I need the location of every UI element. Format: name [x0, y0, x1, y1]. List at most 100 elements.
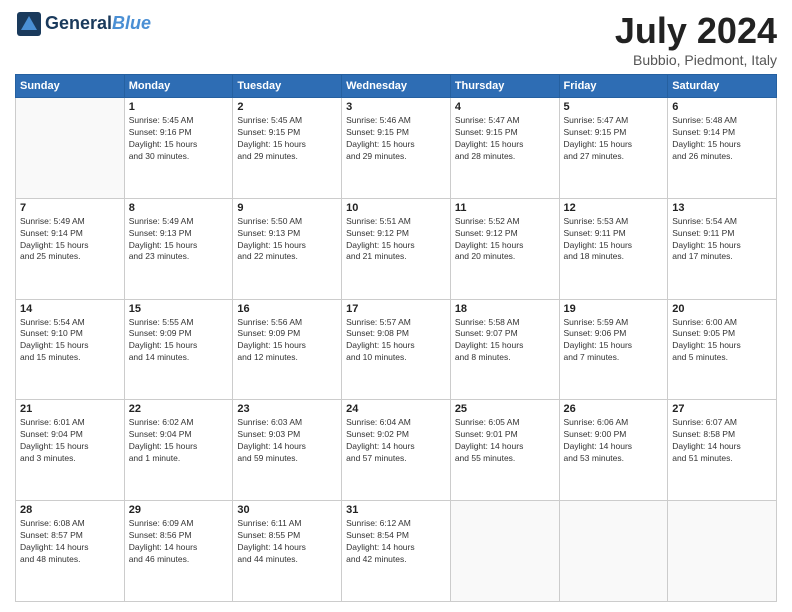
day-number: 9: [237, 202, 337, 214]
day-number: 16: [237, 303, 337, 315]
day-info: Sunrise: 5:57 AM Sunset: 9:08 PM Dayligh…: [346, 317, 446, 365]
calendar-cell: 12Sunrise: 5:53 AM Sunset: 9:11 PM Dayli…: [559, 198, 668, 299]
day-info: Sunrise: 6:00 AM Sunset: 9:05 PM Dayligh…: [672, 317, 772, 365]
day-header-thursday: Thursday: [450, 75, 559, 98]
day-info: Sunrise: 5:45 AM Sunset: 9:16 PM Dayligh…: [129, 115, 229, 163]
day-info: Sunrise: 5:56 AM Sunset: 9:09 PM Dayligh…: [237, 317, 337, 365]
calendar-cell: 26 Sunrise: 6:06 AM Sunset: 9:00 PM Dayli…: [559, 400, 668, 501]
calendar-cell: 6 Sunrise: 5:48 AM Sunset: 9:14 PM Daylig…: [668, 98, 777, 199]
calendar-cell: 2 Sunrise: 5:45 AM Sunset: 9:15 PM Daylig…: [233, 98, 342, 199]
title-block: July 2024 Bubbio, Piedmont, Italy: [615, 10, 777, 68]
day-info: Sunrise: 5:59 AM Sunset: 9:06 PM Dayligh…: [564, 317, 664, 365]
day-number: 30: [237, 504, 337, 516]
day-number: 11: [455, 202, 555, 214]
calendar-cell: 5 Sunrise: 5:47 AM Sunset: 9:15 PM Daylig…: [559, 98, 668, 199]
calendar-cell: 31 Sunrise: 6:12 AM Sunset: 8:54 PM Dayli…: [342, 501, 451, 602]
day-number: 20: [672, 303, 772, 315]
day-number: 4: [455, 101, 555, 113]
day-info: Sunrise: 5:46 AM Sunset: 9:15 PM Dayligh…: [346, 115, 446, 163]
calendar-cell: 1 Sunrise: 5:45 AM Sunset: 9:16 PM Daylig…: [124, 98, 233, 199]
day-number: 5: [564, 101, 664, 113]
calendar-cell: 7Sunrise: 5:49 AM Sunset: 9:14 PM Daylig…: [16, 198, 125, 299]
day-number: 26: [564, 403, 664, 415]
calendar-cell: 18 Sunrise: 5:58 AM Sunset: 9:07 PM Dayli…: [450, 299, 559, 400]
day-info: Sunrise: 6:06 AM Sunset: 9:00 PM Dayligh…: [564, 417, 664, 465]
logo-blue-text: Blue: [112, 13, 151, 33]
day-info: Sunrise: 5:47 AM Sunset: 9:15 PM Dayligh…: [564, 115, 664, 163]
calendar-cell: 4Sunrise: 5:47 AM Sunset: 9:15 PM Daylig…: [450, 98, 559, 199]
calendar-cell: 9 Sunrise: 5:50 AM Sunset: 9:13 PM Daylig…: [233, 198, 342, 299]
day-number: 7: [20, 202, 120, 214]
day-number: 31: [346, 504, 446, 516]
header: GeneralBlue July 2024 Bubbio, Piedmont, …: [15, 10, 777, 68]
day-info: Sunrise: 5:55 AM Sunset: 9:09 PM Dayligh…: [129, 317, 229, 365]
day-info: Sunrise: 6:04 AM Sunset: 9:02 PM Dayligh…: [346, 417, 446, 465]
day-number: 1: [129, 101, 229, 113]
week-row-0: 1 Sunrise: 5:45 AM Sunset: 9:16 PM Daylig…: [16, 98, 777, 199]
day-info: Sunrise: 6:09 AM Sunset: 8:56 PM Dayligh…: [129, 518, 229, 566]
day-header-friday: Friday: [559, 75, 668, 98]
calendar-cell: 13Sunrise: 5:54 AM Sunset: 9:11 PM Dayli…: [668, 198, 777, 299]
calendar-cell: [668, 501, 777, 602]
day-info: Sunrise: 5:51 AM Sunset: 9:12 PM Dayligh…: [346, 216, 446, 264]
page: GeneralBlue July 2024 Bubbio, Piedmont, …: [0, 0, 792, 612]
day-info: Sunrise: 6:01 AM Sunset: 9:04 PM Dayligh…: [20, 417, 120, 465]
calendar-cell: 14Sunrise: 5:54 AM Sunset: 9:10 PM Dayli…: [16, 299, 125, 400]
calendar-header-row: SundayMondayTuesdayWednesdayThursdayFrid…: [16, 75, 777, 98]
logo-general-text: General: [45, 13, 112, 33]
calendar-cell: [450, 501, 559, 602]
day-info: Sunrise: 6:12 AM Sunset: 8:54 PM Dayligh…: [346, 518, 446, 566]
calendar-cell: 3 Sunrise: 5:46 AM Sunset: 9:15 PM Daylig…: [342, 98, 451, 199]
calendar-cell: [559, 501, 668, 602]
day-header-tuesday: Tuesday: [233, 75, 342, 98]
calendar-cell: 16 Sunrise: 5:56 AM Sunset: 9:09 PM Dayli…: [233, 299, 342, 400]
day-number: 15: [129, 303, 229, 315]
day-number: 3: [346, 101, 446, 113]
day-info: Sunrise: 5:45 AM Sunset: 9:15 PM Dayligh…: [237, 115, 337, 163]
day-number: 28: [20, 504, 120, 516]
week-row-2: 14Sunrise: 5:54 AM Sunset: 9:10 PM Dayli…: [16, 299, 777, 400]
day-number: 17: [346, 303, 446, 315]
day-info: Sunrise: 5:49 AM Sunset: 9:13 PM Dayligh…: [129, 216, 229, 264]
day-header-saturday: Saturday: [668, 75, 777, 98]
calendar-cell: 25Sunrise: 6:05 AM Sunset: 9:01 PM Dayli…: [450, 400, 559, 501]
calendar-cell: 11 Sunrise: 5:52 AM Sunset: 9:12 PM Dayli…: [450, 198, 559, 299]
day-info: Sunrise: 5:54 AM Sunset: 9:11 PM Dayligh…: [672, 216, 772, 264]
day-info: Sunrise: 6:08 AM Sunset: 8:57 PM Dayligh…: [20, 518, 120, 566]
day-number: 25: [455, 403, 555, 415]
week-row-3: 21Sunrise: 6:01 AM Sunset: 9:04 PM Dayli…: [16, 400, 777, 501]
calendar-cell: 23Sunrise: 6:03 AM Sunset: 9:03 PM Dayli…: [233, 400, 342, 501]
week-row-4: 28 Sunrise: 6:08 AM Sunset: 8:57 PM Dayli…: [16, 501, 777, 602]
calendar-cell: 28 Sunrise: 6:08 AM Sunset: 8:57 PM Dayli…: [16, 501, 125, 602]
day-header-monday: Monday: [124, 75, 233, 98]
day-number: 27: [672, 403, 772, 415]
calendar-cell: 24 Sunrise: 6:04 AM Sunset: 9:02 PM Dayli…: [342, 400, 451, 501]
calendar-cell: 10 Sunrise: 5:51 AM Sunset: 9:12 PM Dayli…: [342, 198, 451, 299]
day-number: 12: [564, 202, 664, 214]
day-number: 19: [564, 303, 664, 315]
calendar-cell: 15 Sunrise: 5:55 AM Sunset: 9:09 PM Dayli…: [124, 299, 233, 400]
day-info: Sunrise: 6:02 AM Sunset: 9:04 PM Dayligh…: [129, 417, 229, 465]
calendar-cell: 8 Sunrise: 5:49 AM Sunset: 9:13 PM Daylig…: [124, 198, 233, 299]
day-number: 10: [346, 202, 446, 214]
day-info: Sunrise: 5:52 AM Sunset: 9:12 PM Dayligh…: [455, 216, 555, 264]
calendar-cell: 29Sunrise: 6:09 AM Sunset: 8:56 PM Dayli…: [124, 501, 233, 602]
day-info: Sunrise: 5:48 AM Sunset: 9:14 PM Dayligh…: [672, 115, 772, 163]
day-number: 8: [129, 202, 229, 214]
day-number: 22: [129, 403, 229, 415]
day-info: Sunrise: 5:54 AM Sunset: 9:10 PM Dayligh…: [20, 317, 120, 365]
day-info: Sunrise: 5:58 AM Sunset: 9:07 PM Dayligh…: [455, 317, 555, 365]
day-number: 24: [346, 403, 446, 415]
day-info: Sunrise: 6:03 AM Sunset: 9:03 PM Dayligh…: [237, 417, 337, 465]
day-number: 2: [237, 101, 337, 113]
week-row-1: 7Sunrise: 5:49 AM Sunset: 9:14 PM Daylig…: [16, 198, 777, 299]
logo: GeneralBlue: [15, 10, 151, 38]
day-number: 6: [672, 101, 772, 113]
day-info: Sunrise: 5:50 AM Sunset: 9:13 PM Dayligh…: [237, 216, 337, 264]
calendar-cell: [16, 98, 125, 199]
day-number: 18: [455, 303, 555, 315]
day-info: Sunrise: 6:07 AM Sunset: 8:58 PM Dayligh…: [672, 417, 772, 465]
calendar: SundayMondayTuesdayWednesdayThursdayFrid…: [15, 74, 777, 602]
calendar-cell: 21Sunrise: 6:01 AM Sunset: 9:04 PM Dayli…: [16, 400, 125, 501]
main-title: July 2024: [615, 10, 777, 52]
